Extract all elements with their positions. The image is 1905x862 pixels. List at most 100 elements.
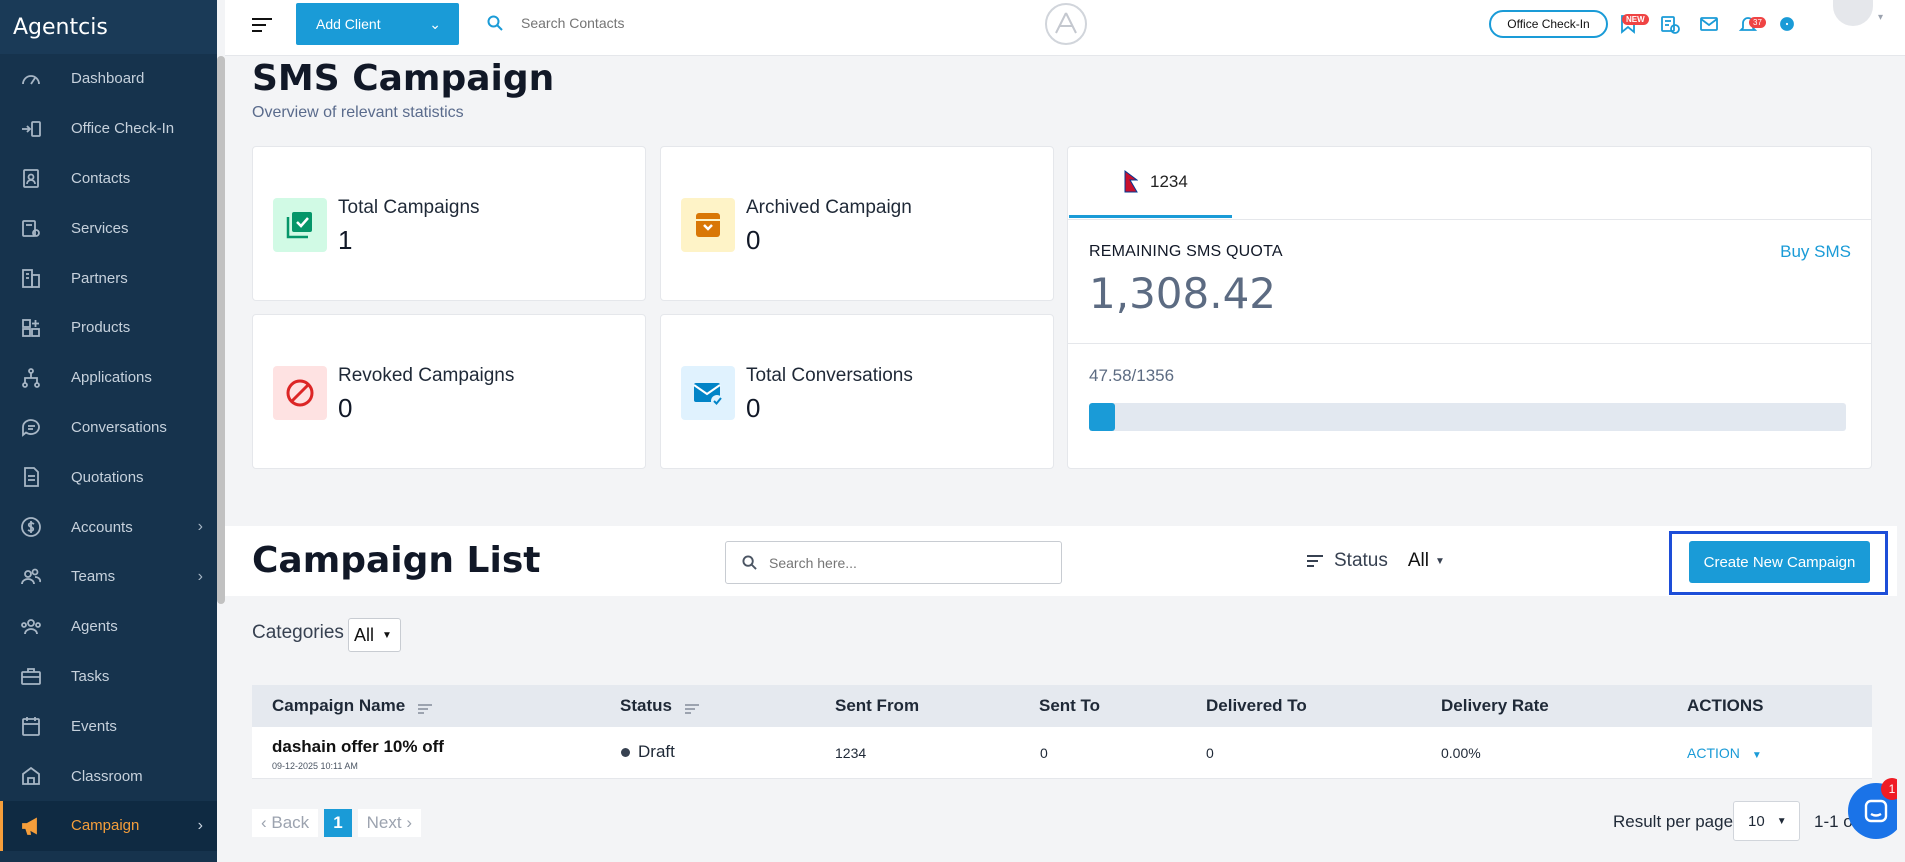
stat-label: Revoked Campaigns: [338, 365, 515, 386]
dollar-icon: [20, 516, 42, 538]
stat-label: Total Campaigns: [338, 197, 480, 218]
page-title: SMS Campaign: [252, 58, 555, 99]
col-status[interactable]: Status: [620, 696, 700, 716]
stat-value: 1: [338, 225, 353, 255]
sidebar-item-events[interactable]: Events: [0, 701, 217, 751]
row-action-dropdown[interactable]: ACTION ▼: [1687, 745, 1762, 761]
contact-card-icon: [20, 167, 42, 189]
sidebar-item-contacts[interactable]: Contacts: [0, 154, 217, 204]
brand-logo[interactable]: Agentcis: [0, 0, 217, 54]
section-spacer: [225, 506, 1905, 526]
add-client-button[interactable]: Add Client ⌄: [296, 3, 459, 45]
settings-gear-icon[interactable]: [1777, 14, 1797, 34]
mail-icon[interactable]: [1699, 14, 1719, 34]
nepal-flag-icon: [1124, 170, 1138, 193]
caret-down-icon: ▼: [1776, 815, 1787, 827]
sidebar-item-agents[interactable]: Agents: [0, 602, 217, 652]
sidebar-item-accounts[interactable]: Accounts ›: [0, 502, 217, 552]
checklist-icon: [273, 198, 327, 252]
sidebar-item-label: Office Check-In: [71, 120, 175, 138]
archive-box-icon: [681, 198, 735, 252]
sidebar-item-label: Events: [71, 717, 117, 735]
col-sent-to: Sent To: [1039, 696, 1101, 715]
page-number-current[interactable]: 1: [324, 809, 352, 837]
mail-check-icon: [681, 366, 735, 420]
delivered-to-cell: 0: [1206, 745, 1214, 761]
back-button[interactable]: ‹ Back: [252, 809, 319, 837]
quota-label: REMAINING SMS QUOTA: [1089, 243, 1283, 260]
building-icon: [20, 267, 42, 289]
sidebar-item-services[interactable]: Services: [0, 203, 217, 253]
sidebar-item-campaign[interactable]: Campaign ›: [0, 800, 217, 851]
next-button[interactable]: Next ›: [357, 809, 422, 837]
task-list-icon[interactable]: [1660, 14, 1680, 34]
notification-badge: 37: [1749, 17, 1766, 28]
sidebar-item-label: Classroom: [71, 767, 143, 785]
user-avatar[interactable]: [1833, 0, 1873, 26]
table-header: Campaign Name Status Sent From Sent To D…: [252, 685, 1872, 727]
menu-toggle-icon[interactable]: [252, 18, 272, 34]
sidebar-item-teams[interactable]: Teams ›: [0, 552, 217, 602]
sidebar-item-applications[interactable]: Applications: [0, 353, 217, 403]
sidebar-item-label: Tasks: [71, 667, 110, 685]
stat-value: 0: [746, 393, 761, 423]
categories-select[interactable]: All ▼: [348, 618, 401, 652]
table-row: dashain offer 10% off 09-12-2025 10:11 A…: [252, 727, 1872, 779]
page-scrollbar[interactable]: [1897, 56, 1905, 862]
sort-icon[interactable]: [417, 700, 433, 714]
top-bar: Add Client ⌄ Office Check-In NEW 37 ▾: [225, 0, 1905, 56]
divider: [1068, 343, 1871, 344]
sidebar-item-conversations[interactable]: Conversations: [0, 403, 217, 453]
contact-search-input[interactable]: [521, 15, 761, 31]
search-icon: [742, 555, 757, 570]
stat-card: Archived Campaign 0: [660, 146, 1054, 301]
result-per-page-label: Result per page: [1613, 812, 1734, 831]
chevron-right-icon: ›: [197, 518, 203, 536]
chevron-down-icon[interactable]: ▾: [1878, 12, 1883, 23]
prohibited-icon: [273, 366, 327, 420]
campaign-table: Campaign Name Status Sent From Sent To D…: [252, 685, 1872, 779]
classroom-icon: [20, 765, 42, 787]
categories-label: Categories: [252, 622, 344, 643]
create-new-campaign-button[interactable]: Create New Campaign: [1689, 541, 1870, 583]
megaphone-icon: [20, 815, 42, 837]
sort-icon[interactable]: [684, 700, 700, 714]
sidebar-item-label: Applications: [71, 369, 152, 387]
sidebar-item-products[interactable]: Products: [0, 303, 217, 353]
sidebar-item-partners[interactable]: Partners: [0, 253, 217, 303]
sidebar-item-quotations[interactable]: Quotations: [0, 452, 217, 502]
sidebar-item-classroom[interactable]: Classroom: [0, 751, 217, 801]
status-filter[interactable]: Status All ▼: [1306, 550, 1445, 572]
chat-icon: [1864, 799, 1888, 823]
col-delivery-rate: Delivery Rate: [1441, 696, 1549, 715]
caret-down-icon: ▼: [1751, 750, 1762, 761]
sidebar-item-label: Partners: [71, 269, 128, 287]
sidebar-item-label: Quotations: [71, 468, 144, 486]
team-icon: [20, 566, 42, 588]
sent-to-cell: 0: [1040, 745, 1048, 761]
campaign-name[interactable]: dashain offer 10% off: [272, 737, 444, 757]
briefcase-icon: [20, 665, 42, 687]
sidebar-item-office-check-in[interactable]: Office Check-In: [0, 104, 217, 154]
campaign-search: [725, 541, 1062, 584]
sidebar-item-tasks[interactable]: Tasks: [0, 652, 217, 702]
sidebar: Agentcis Dashboard Office Check-In Contact…: [0, 0, 217, 862]
result-per-page-select[interactable]: 10 ▼: [1733, 801, 1800, 841]
sidebar-item-label: Campaign: [71, 817, 140, 835]
categories-value: All: [354, 624, 375, 645]
chevron-right-icon: ›: [197, 567, 203, 585]
office-checkin-button[interactable]: Office Check-In: [1489, 10, 1608, 38]
caret-down-icon: ▼: [382, 629, 392, 641]
campaign-date: 09-12-2025 10:11 AM: [272, 761, 358, 771]
new-badge: NEW: [1622, 14, 1649, 25]
campaign-search-input[interactable]: [769, 554, 1049, 571]
sidebar-item-label: Contacts: [71, 169, 131, 187]
quota-usage-label: 47.58/1356: [1089, 366, 1175, 385]
sidebar-item-label: Services: [71, 219, 129, 237]
sender-number-tab[interactable]: 1234: [1069, 148, 1232, 218]
campaign-status: Draft: [621, 742, 675, 762]
sidebar-item-dashboard[interactable]: Dashboard: [0, 54, 217, 104]
col-campaign-name[interactable]: Campaign Name: [272, 696, 433, 716]
buy-sms-link[interactable]: Buy SMS: [1780, 242, 1851, 262]
sidebar-scrollbar[interactable]: [217, 56, 225, 604]
